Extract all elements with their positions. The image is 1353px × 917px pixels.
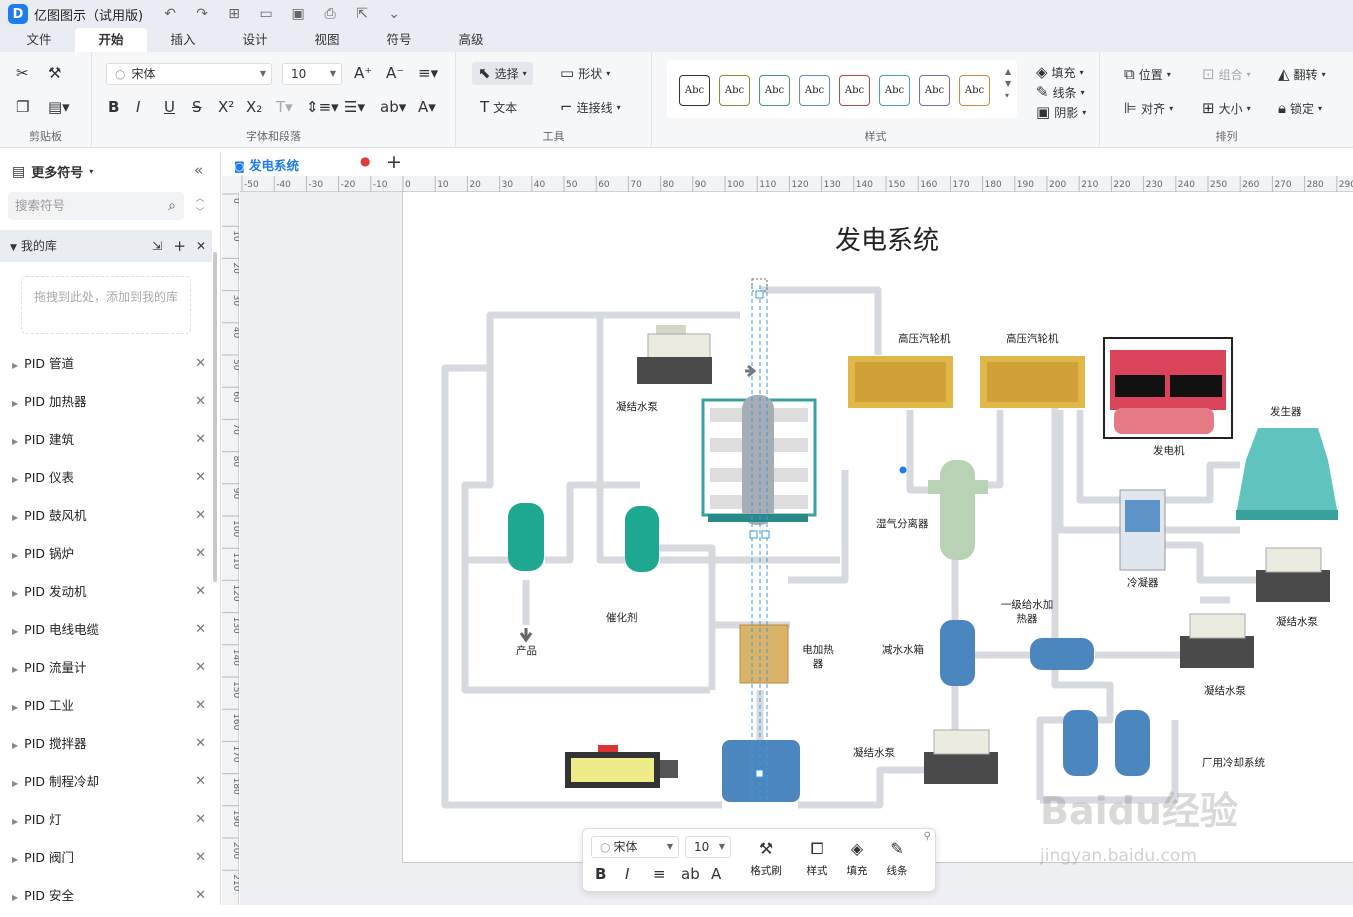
cond-pump-top	[637, 325, 757, 384]
heater-box	[565, 745, 678, 788]
brush-icon: ⚒	[758, 839, 774, 858]
float-font-size-value: 10	[694, 840, 710, 854]
label-cond-pump-right[interactable]: 凝结水泵	[1276, 614, 1318, 629]
float-italic-icon[interactable]: I	[625, 867, 629, 882]
float-bold-icon[interactable]: B	[595, 867, 606, 882]
float-style-label: 样式	[806, 865, 828, 877]
condenser-unit	[1119, 489, 1166, 571]
float-font-size-select[interactable]: 10 ▼	[685, 836, 731, 858]
float-fill-label: 填充	[846, 865, 868, 877]
format-brush-label: 格式刷	[750, 865, 782, 877]
label-deaerator[interactable]: 减水水箱	[882, 642, 924, 657]
diagram-svg	[441, 278, 1338, 809]
electric-heater	[739, 624, 789, 684]
watermark-url: jingyan.baidu.com	[1040, 846, 1197, 866]
float-font-color-icon[interactable]: A	[711, 867, 721, 882]
float-case-icon[interactable]: ab	[681, 867, 700, 882]
label-generator[interactable]: 发生器	[1270, 404, 1302, 419]
label-hp-turbine-2[interactable]: 高压汽轮机	[1006, 331, 1059, 346]
watermark-brand: Baidu经验	[1040, 789, 1238, 833]
label-hp-turbine-1[interactable]: 高压汽轮机	[898, 331, 951, 346]
moisture-separator	[928, 460, 988, 560]
float-format-brush-button[interactable]: ⚒ 格式刷	[747, 841, 785, 878]
hp-turbines	[848, 356, 1085, 408]
float-line-button[interactable]: ✎ 线条	[879, 841, 915, 878]
float-fill-button[interactable]: ◈ 填充	[839, 841, 875, 878]
label-cond-pump-top[interactable]: 凝结水泵	[616, 399, 658, 414]
reactor-column	[701, 395, 817, 525]
generator-small	[1103, 337, 1233, 439]
float-align-icon[interactable]: ≡	[653, 867, 666, 882]
style-icon: ⧠	[810, 839, 824, 858]
label-condenser[interactable]: 冷凝器	[1127, 575, 1159, 590]
label-plant-cooling[interactable]: 厂用冷却系统	[1202, 755, 1265, 770]
label-electric-heater[interactable]: 电加热器	[802, 643, 834, 671]
label-feed-heater[interactable]: 一级给水加热器	[997, 598, 1057, 626]
cooling-tower	[1236, 428, 1338, 520]
fill-bucket-icon: ◈	[850, 839, 864, 858]
floating-format-toolbar: ○ 宋体 ▼ 10 ▼ B I ≡ ab A ⚒ 格式刷 ⧠ 样式 ◈ 填充 ✎ 线条 ⚲	[582, 828, 936, 892]
label-generator-small[interactable]: 发电机	[1153, 443, 1185, 458]
label-cond-pump-bottom[interactable]: 凝结水泵	[853, 745, 895, 760]
pin-icon[interactable]: ⚲	[924, 831, 931, 842]
pen-icon: ✎	[890, 839, 904, 858]
float-font-name-select[interactable]: ○ 宋体 ▼	[591, 836, 679, 858]
label-separator[interactable]: 湿气分离器	[876, 516, 929, 531]
label-product[interactable]: 产品	[516, 643, 537, 658]
diagram-title[interactable]: 发电系统	[835, 220, 939, 257]
float-line-label: 线条	[886, 865, 908, 877]
label-catalyst[interactable]: 催化剂	[606, 610, 638, 625]
label-cond-pump-mid[interactable]: 凝结水泵	[1204, 683, 1246, 698]
float-style-button[interactable]: ⧠ 样式	[799, 841, 835, 878]
float-font-name-value: 宋体	[613, 840, 638, 854]
